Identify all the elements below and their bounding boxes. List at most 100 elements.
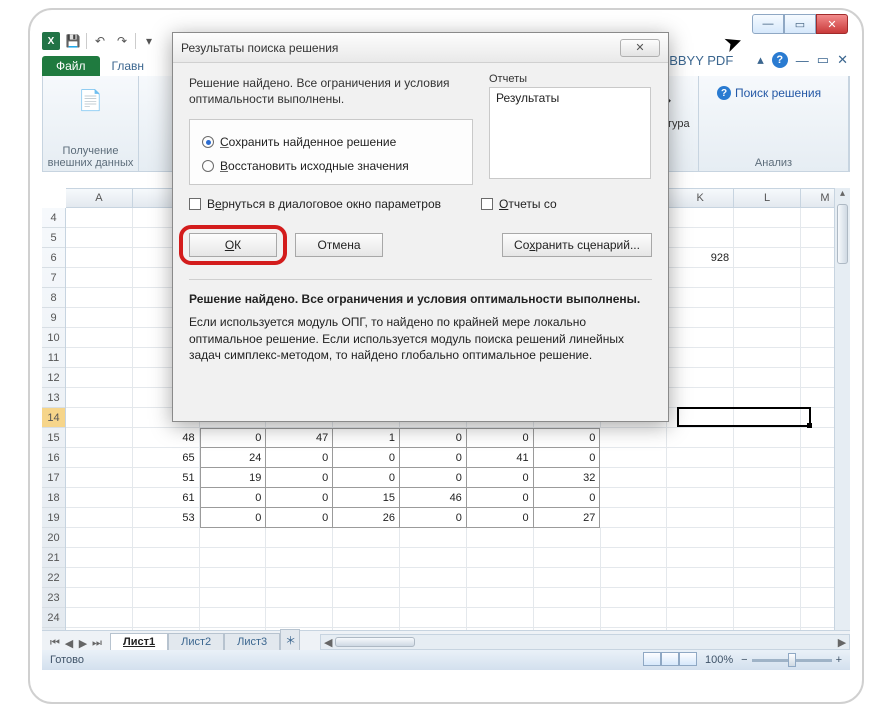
horizontal-scrollbar[interactable]: ◀▶ <box>320 634 850 650</box>
subwindow-close[interactable]: ✕ <box>837 52 848 68</box>
window-close[interactable]: ✕ <box>816 14 848 34</box>
cell[interactable] <box>133 568 200 588</box>
col-header[interactable]: K <box>667 189 734 207</box>
cell[interactable] <box>66 288 133 308</box>
cell[interactable] <box>667 608 734 628</box>
cell[interactable]: 0 <box>200 488 267 508</box>
cell[interactable] <box>66 228 133 248</box>
row-header[interactable]: 4 <box>42 208 65 228</box>
cell[interactable] <box>734 448 801 468</box>
cell[interactable]: 0 <box>400 508 467 528</box>
row-header[interactable]: 19 <box>42 508 65 528</box>
cell[interactable] <box>734 408 801 428</box>
cell[interactable] <box>734 348 801 368</box>
row-header[interactable]: 23 <box>42 588 65 608</box>
cell[interactable]: 0 <box>400 428 467 448</box>
row-header[interactable]: 13 <box>42 388 65 408</box>
cell[interactable] <box>133 528 200 548</box>
cell[interactable] <box>66 428 133 448</box>
cell[interactable] <box>467 608 534 628</box>
scrollbar-thumb[interactable] <box>837 204 848 264</box>
save-scenario-button[interactable]: Сохранить сценарий... <box>502 233 652 257</box>
cell[interactable] <box>734 428 801 448</box>
cell[interactable] <box>333 548 400 568</box>
row-header[interactable]: 11 <box>42 348 65 368</box>
cell[interactable]: 0 <box>534 448 601 468</box>
cell[interactable] <box>400 548 467 568</box>
cell[interactable] <box>66 328 133 348</box>
cancel-button[interactable]: Отмена <box>295 233 383 257</box>
row-header[interactable]: 14 <box>42 408 65 428</box>
cell[interactable] <box>66 248 133 268</box>
cell[interactable] <box>667 308 734 328</box>
row-header[interactable]: 21 <box>42 548 65 568</box>
cell[interactable] <box>467 568 534 588</box>
cell[interactable]: 65 <box>133 448 200 468</box>
report-item[interactable]: Результаты <box>496 91 644 105</box>
cell[interactable] <box>400 568 467 588</box>
cell[interactable] <box>734 248 801 268</box>
cell[interactable]: 0 <box>200 508 267 528</box>
cell[interactable] <box>734 468 801 488</box>
cell[interactable] <box>667 388 734 408</box>
cell[interactable] <box>734 568 801 588</box>
cell[interactable] <box>667 488 734 508</box>
row-header[interactable]: 6 <box>42 248 65 268</box>
radio-restore-values[interactable]: Восстановить исходные значения <box>202 154 460 178</box>
cell[interactable] <box>200 608 267 628</box>
row-header[interactable]: 20 <box>42 528 65 548</box>
ribbon-tab-abbyy[interactable]: ABBYY PDF <box>661 53 734 68</box>
cell[interactable] <box>200 548 267 568</box>
row-header[interactable]: 10 <box>42 328 65 348</box>
row-header[interactable]: 12 <box>42 368 65 388</box>
checkbox-return-dialog[interactable]: Вернуться в диалоговое окно параметров <box>189 197 441 211</box>
cell[interactable]: 0 <box>333 448 400 468</box>
dialog-titlebar[interactable]: Результаты поиска решения ✕ <box>173 33 668 63</box>
subwindow-restore[interactable]: ▭ <box>817 52 829 68</box>
cell[interactable] <box>601 528 668 548</box>
cell[interactable]: 0 <box>266 468 333 488</box>
window-maximize[interactable]: ▭ <box>784 14 816 34</box>
row-header[interactable]: 17 <box>42 468 65 488</box>
cell[interactable] <box>467 528 534 548</box>
cell[interactable] <box>266 608 333 628</box>
sheet-tab-1[interactable]: Лист1 <box>110 633 168 650</box>
cell[interactable] <box>333 528 400 548</box>
solver-button[interactable]: ? Поиск решения <box>709 80 829 106</box>
cell[interactable]: 32 <box>534 468 601 488</box>
row-header[interactable]: 22 <box>42 568 65 588</box>
cell[interactable]: 26 <box>333 508 400 528</box>
row-header[interactable]: 18 <box>42 488 65 508</box>
zoom-label[interactable]: 100% <box>705 654 733 666</box>
cell[interactable]: 24 <box>200 448 267 468</box>
cell[interactable]: 0 <box>266 488 333 508</box>
cell[interactable] <box>66 588 133 608</box>
cell[interactable] <box>734 588 801 608</box>
cell[interactable] <box>600 448 667 468</box>
row-header[interactable]: 9 <box>42 308 65 328</box>
col-header[interactable]: A <box>66 189 133 207</box>
cell[interactable] <box>667 408 734 428</box>
cell[interactable] <box>667 288 734 308</box>
qat-undo-icon[interactable]: ↶ <box>91 32 109 50</box>
row-header[interactable]: 7 <box>42 268 65 288</box>
cell[interactable] <box>333 588 400 608</box>
cell[interactable]: 51 <box>133 468 200 488</box>
cell[interactable] <box>667 548 734 568</box>
cell[interactable] <box>66 308 133 328</box>
row-header[interactable]: 5 <box>42 228 65 248</box>
cell[interactable] <box>600 468 667 488</box>
cell[interactable] <box>467 588 534 608</box>
cell[interactable]: 0 <box>534 488 601 508</box>
cell[interactable] <box>66 468 133 488</box>
sheet-tab-3[interactable]: Лист3 <box>224 633 280 650</box>
cell[interactable] <box>534 588 601 608</box>
checkbox-outline-reports[interactable]: Отчеты со <box>481 197 557 211</box>
cell[interactable] <box>66 408 133 428</box>
cell[interactable]: 0 <box>266 508 333 528</box>
cell[interactable]: 48 <box>133 428 200 448</box>
ribbon-tab-home[interactable]: Главн <box>102 56 155 76</box>
cell[interactable] <box>133 608 200 628</box>
get-external-data-button[interactable]: 📄 <box>75 80 107 116</box>
row-header[interactable]: 8 <box>42 288 65 308</box>
